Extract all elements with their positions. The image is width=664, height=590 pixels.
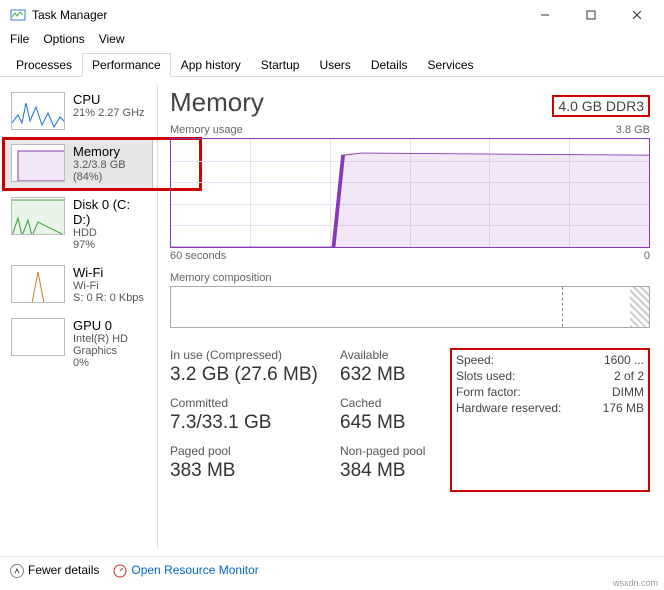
branding: wsxdn.com bbox=[613, 578, 658, 588]
chevron-up-icon: ˄ bbox=[10, 564, 24, 578]
minimize-button[interactable] bbox=[522, 0, 568, 30]
footer: ˄ Fewer details Open Resource Monitor bbox=[0, 556, 664, 584]
nonpaged-label: Non-paged pool bbox=[340, 444, 430, 458]
resource-monitor-icon bbox=[113, 564, 127, 578]
sidebar-item-label: Memory bbox=[73, 144, 146, 159]
form-label: Form factor: bbox=[456, 385, 521, 399]
tab-app-history[interactable]: App history bbox=[171, 53, 251, 77]
menu-options[interactable]: Options bbox=[43, 32, 84, 46]
nonpaged-value: 384 MB bbox=[340, 460, 430, 482]
gpu-thumb-icon bbox=[11, 318, 65, 356]
sidebar-item-label: CPU bbox=[73, 92, 145, 107]
tab-strip: Processes Performance App history Startu… bbox=[0, 52, 664, 77]
sidebar-item-sub: 97% bbox=[73, 239, 146, 251]
cached-value: 645 MB bbox=[340, 412, 430, 434]
speed-label: Speed: bbox=[456, 353, 494, 367]
available-value: 632 MB bbox=[340, 364, 430, 386]
close-button[interactable] bbox=[614, 0, 660, 30]
sidebar-item-sub: S: 0 R: 0 Kbps bbox=[73, 292, 144, 304]
sidebar-item-label: Wi-Fi bbox=[73, 265, 144, 280]
specs-panel: Speed: 1600 ... Slots used: 2 of 2 Form fa… bbox=[450, 348, 650, 492]
slots-value: 2 of 2 bbox=[614, 369, 644, 383]
sidebar-item-cpu[interactable]: CPU21% 2.27 GHz bbox=[4, 85, 153, 137]
fewer-details-label: Fewer details bbox=[28, 563, 99, 577]
tab-details[interactable]: Details bbox=[361, 53, 418, 77]
title-bar: Task Manager bbox=[0, 0, 664, 30]
tab-startup[interactable]: Startup bbox=[251, 53, 310, 77]
tab-processes[interactable]: Processes bbox=[6, 53, 82, 77]
fewer-details-button[interactable]: ˄ Fewer details bbox=[10, 563, 99, 578]
hwres-value: 176 MB bbox=[603, 401, 644, 415]
x-right: 0 bbox=[644, 250, 650, 262]
sidebar-item-sub: 3.2/3.8 GB (84%) bbox=[73, 159, 146, 183]
tab-users[interactable]: Users bbox=[309, 53, 360, 77]
sidebar-item-disk[interactable]: Disk 0 (C: D:)HDD97% bbox=[4, 190, 153, 258]
memory-composition-chart bbox=[170, 286, 650, 328]
open-resource-monitor-link[interactable]: Open Resource Monitor bbox=[113, 563, 258, 578]
content-pane: Memory 4.0 GB DDR3 Memory usage 3.8 GB 6… bbox=[158, 77, 664, 557]
paged-value: 383 MB bbox=[170, 460, 320, 482]
in-use-label: In use (Compressed) bbox=[170, 348, 320, 362]
usage-max: 3.8 GB bbox=[616, 124, 650, 136]
sidebar-item-wifi[interactable]: Wi-FiWi-FiS: 0 R: 0 Kbps bbox=[4, 258, 153, 311]
menu-file[interactable]: File bbox=[10, 32, 29, 46]
committed-value: 7.3/33.1 GB bbox=[170, 412, 320, 434]
x-left: 60 seconds bbox=[170, 250, 226, 262]
maximize-button[interactable] bbox=[568, 0, 614, 30]
sidebar-item-sub: 21% 2.27 GHz bbox=[73, 107, 145, 119]
sidebar-item-sub: 0% bbox=[73, 357, 146, 369]
memory-usage-chart bbox=[170, 138, 650, 248]
in-use-value: 3.2 GB (27.6 MB) bbox=[170, 364, 320, 386]
cached-label: Cached bbox=[340, 396, 430, 410]
speed-value: 1600 ... bbox=[604, 353, 644, 367]
committed-label: Committed bbox=[170, 396, 320, 410]
hw-spec: 4.0 GB DDR3 bbox=[552, 95, 650, 117]
hwres-label: Hardware reserved: bbox=[456, 401, 561, 415]
available-label: Available bbox=[340, 348, 430, 362]
sidebar: CPU21% 2.27 GHz Memory3.2/3.8 GB (84%) D… bbox=[0, 77, 157, 557]
slots-label: Slots used: bbox=[456, 369, 515, 383]
resource-monitor-label: Open Resource Monitor bbox=[131, 563, 258, 577]
sidebar-item-sub: HDD bbox=[73, 227, 146, 239]
sidebar-item-memory[interactable]: Memory3.2/3.8 GB (84%) bbox=[4, 137, 153, 190]
menu-bar: File Options View bbox=[0, 30, 664, 52]
cpu-thumb-icon bbox=[11, 92, 65, 130]
composition-label: Memory composition bbox=[170, 272, 271, 284]
task-manager-icon bbox=[10, 7, 26, 23]
tab-services[interactable]: Services bbox=[418, 53, 484, 77]
paged-label: Paged pool bbox=[170, 444, 320, 458]
wifi-thumb-icon bbox=[11, 265, 65, 303]
sidebar-item-gpu[interactable]: GPU 0Intel(R) HD Graphics0% bbox=[4, 311, 153, 376]
sidebar-item-label: GPU 0 bbox=[73, 318, 146, 333]
usage-label: Memory usage bbox=[170, 124, 243, 136]
form-value: DIMM bbox=[612, 385, 644, 399]
tab-performance[interactable]: Performance bbox=[82, 53, 171, 77]
page-title: Memory bbox=[170, 87, 264, 118]
sidebar-item-sub: Wi-Fi bbox=[73, 280, 144, 292]
memory-thumb-icon bbox=[11, 144, 65, 182]
disk-thumb-icon bbox=[11, 197, 65, 235]
sidebar-item-label: Disk 0 (C: D:) bbox=[73, 197, 146, 227]
sidebar-item-sub: Intel(R) HD Graphics bbox=[73, 333, 146, 357]
window-title: Task Manager bbox=[32, 8, 522, 22]
menu-view[interactable]: View bbox=[99, 32, 125, 46]
